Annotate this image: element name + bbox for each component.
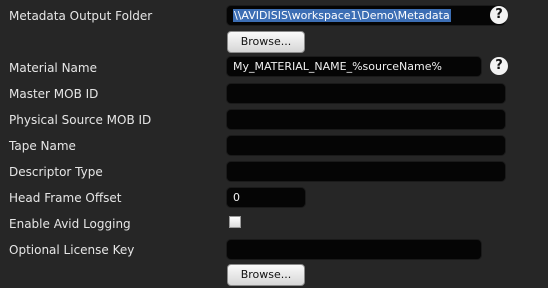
tape-name-label: Tape Name <box>9 139 76 153</box>
metadata-output-folder-label: Metadata Output Folder <box>9 9 153 23</box>
master-mob-id-input[interactable] <box>226 83 506 104</box>
browse-metadata-folder-button[interactable]: Browse... <box>227 31 305 53</box>
enable-avid-logging-label: Enable Avid Logging <box>9 217 131 231</box>
help-icon[interactable]: ? <box>490 57 508 75</box>
metadata-output-folder-input[interactable]: \\AVIDISIS\workspace1\Demo\Metadata <box>226 5 506 26</box>
descriptor-type-label: Descriptor Type <box>9 165 103 179</box>
help-icon[interactable]: ? <box>490 6 508 24</box>
metadata-output-folder-value: \\AVIDISIS\workspace1\Demo\Metadata <box>233 9 451 22</box>
head-frame-offset-input[interactable]: 0 <box>226 187 306 208</box>
material-name-input[interactable]: My_MATERIAL_NAME_%sourceName% <box>226 56 482 77</box>
master-mob-id-label: Master MOB ID <box>9 87 99 101</box>
optional-license-key-input[interactable] <box>226 239 482 260</box>
enable-avid-logging-checkbox[interactable] <box>229 216 241 228</box>
physical-source-mob-id-input[interactable] <box>226 109 506 130</box>
material-name-label: Material Name <box>9 61 97 75</box>
descriptor-type-input[interactable] <box>226 161 506 182</box>
optional-license-key-label: Optional License Key <box>9 243 135 257</box>
physical-source-mob-id-label: Physical Source MOB ID <box>9 113 152 127</box>
tape-name-input[interactable] <box>226 135 506 156</box>
browse-license-key-button[interactable]: Browse... <box>227 264 305 286</box>
head-frame-offset-label: Head Frame Offset <box>9 191 122 205</box>
